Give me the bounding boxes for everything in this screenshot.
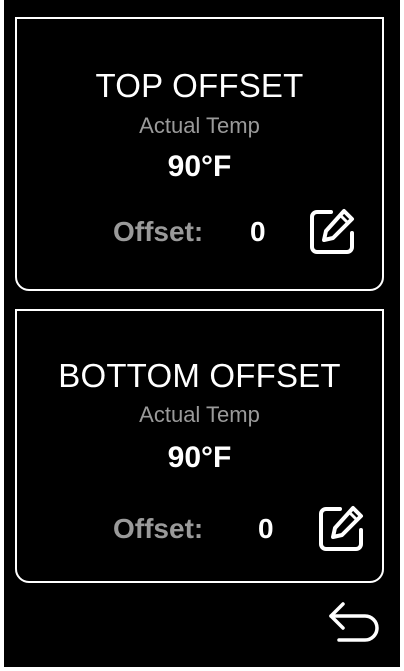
card-title: BOTTOM OFFSET [58,357,341,394]
offset-screen: TOP OFFSET Actual Temp 90°F Offset: 0 BO… [4,0,400,667]
back-arrow-icon [329,602,379,642]
offset-label: Offset: [113,216,204,247]
offset-label: Offset: [113,513,204,544]
actual-temp-label: Actual Temp [139,402,260,427]
actual-temp-label: Actual Temp [139,113,260,138]
actual-temp-value: 90°F [167,150,232,183]
offset-value: 0 [250,216,266,247]
top-offset-card: TOP OFFSET Actual Temp 90°F Offset: 0 [15,17,384,291]
offset-value: 0 [258,513,274,544]
edit-icon [319,506,363,551]
edit-icon [310,209,354,254]
back-button[interactable] [327,600,381,646]
edit-bottom-offset-button[interactable] [316,503,366,553]
card-title: TOP OFFSET [95,67,304,104]
actual-temp-value: 90°F [167,441,232,474]
edit-top-offset-button[interactable] [307,206,357,256]
bottom-offset-card: BOTTOM OFFSET Actual Temp 90°F Offset: 0 [15,309,384,583]
